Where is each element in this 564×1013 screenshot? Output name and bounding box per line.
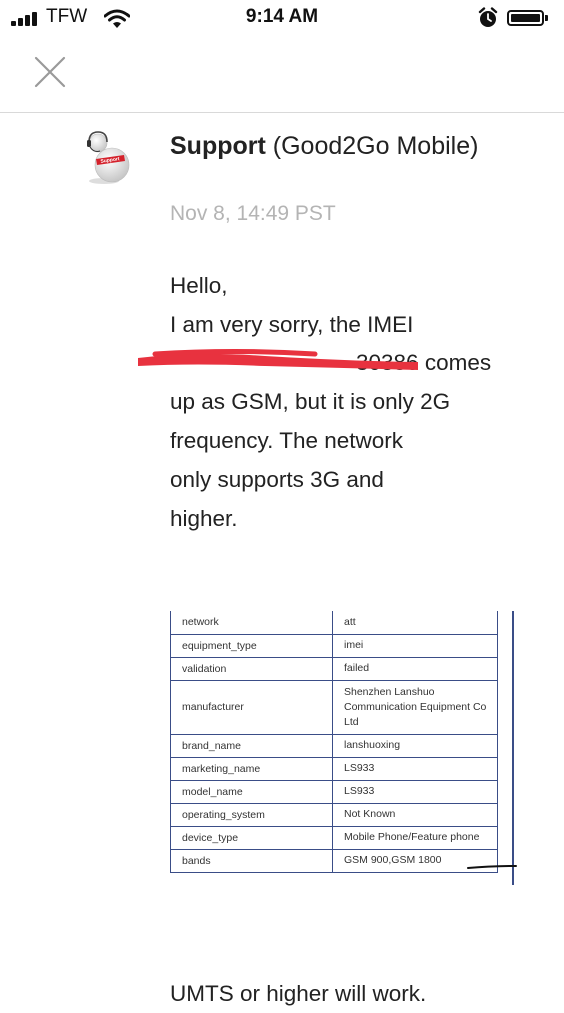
table-key: model_name (170, 779, 333, 804)
close-icon[interactable] (30, 52, 70, 92)
sender-name: Support (170, 132, 266, 160)
body-line-7: higher. (170, 506, 238, 531)
table-row: marketing_name LS933 (170, 756, 498, 781)
message-timestamp: Nov 8, 14:49 PST (170, 202, 336, 225)
table-key: marketing_name (170, 756, 333, 781)
battery-icon (507, 10, 544, 26)
body-line-4: up as GSM, but it is only 2G (170, 389, 451, 414)
table-key: network (170, 611, 333, 635)
table-value: Shenzhen Lanshuo Communication Equipment… (332, 679, 498, 735)
table-row: bands GSM 900,GSM 1800 (170, 848, 498, 873)
table-value: Not Known (332, 802, 498, 827)
table-row: validation failed (170, 656, 498, 681)
status-bar: TFW 9:14 AM (0, 0, 564, 38)
table-value: att (332, 611, 498, 635)
pen-underline-mark (467, 865, 517, 869)
header-divider (0, 112, 564, 113)
table-row: equipment_type imei (170, 633, 498, 658)
table-row: operating_system Not Known (170, 802, 498, 827)
body-line-6: only supports 3G and (170, 467, 384, 492)
table-row: device_type Mobile Phone/Feature phone (170, 825, 498, 850)
table-value: imei (332, 633, 498, 658)
body-line-1: Hello, (170, 273, 228, 298)
body-line-5: frequency. The network (170, 428, 404, 453)
sender-org: (Good2Go Mobile) (272, 132, 479, 160)
table-key: bands (170, 848, 333, 873)
table-key: device_type (170, 825, 333, 850)
table-value: lanshuoxing (332, 733, 498, 758)
table-value: Mobile Phone/Feature phone (332, 825, 498, 850)
battery-tip (545, 15, 548, 21)
imei-info-image: network att equipment_type imei validation… (170, 611, 520, 885)
table-row: brand_name lanshuoxing (170, 733, 498, 758)
table-key: brand_name (170, 733, 333, 758)
table-row: model_name LS933 (170, 779, 498, 804)
body-line-2: I am very sorry, the IMEI (170, 312, 414, 337)
avatar: Support (87, 131, 130, 184)
table-key: validation (170, 656, 333, 681)
table-value: LS933 (332, 756, 498, 781)
table-row: manufacturer Shenzhen Lanshuo Communicati… (170, 679, 498, 735)
alarm-icon (478, 7, 498, 27)
body-tail-line: UMTS or higher will work. (170, 981, 427, 1006)
table-key: manufacturer (170, 679, 333, 735)
table-edge-line (512, 611, 514, 885)
table-value: LS933 (332, 779, 498, 804)
imei-info-table: network att equipment_type imei validation… (170, 611, 498, 873)
redaction-scribble (138, 349, 418, 370)
table-row: network att (170, 611, 498, 635)
nav-bar (0, 38, 564, 112)
table-key: operating_system (170, 802, 333, 827)
table-key: equipment_type (170, 633, 333, 658)
table-value: failed (332, 656, 498, 681)
sender-header: Support (Good2Go Mobile) (170, 130, 500, 162)
